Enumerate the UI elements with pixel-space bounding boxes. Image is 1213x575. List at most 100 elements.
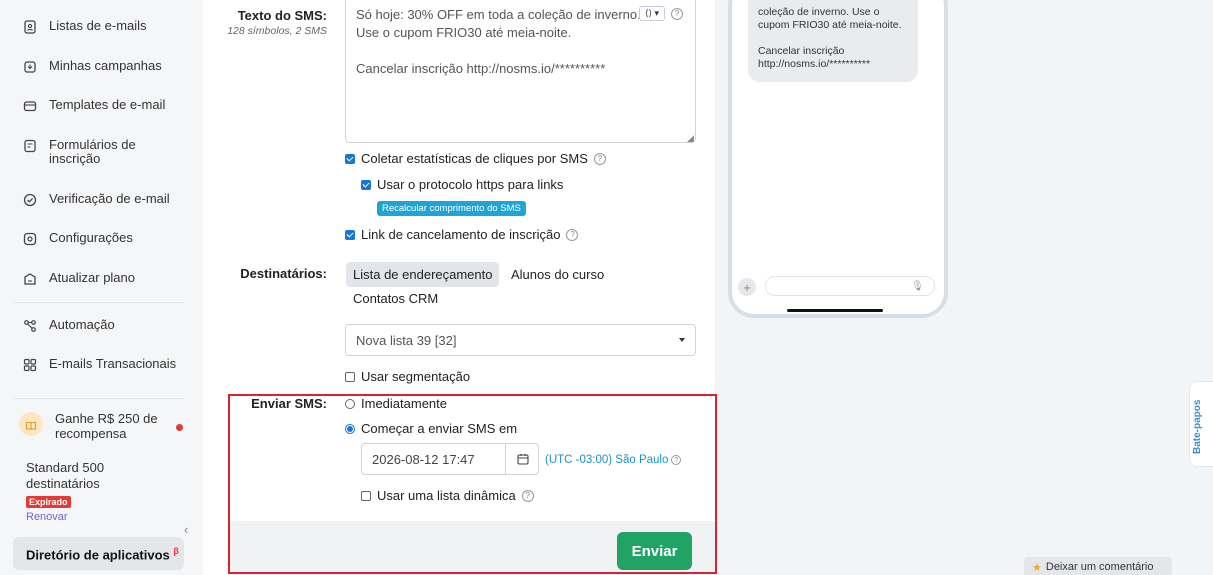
mailing-list-select[interactable]: Nova lista 39 [32]: [345, 324, 696, 356]
settings-icon: [22, 231, 38, 247]
phone-preview: coleção de inverno. Use o cupom FRIO30 a…: [728, 0, 948, 318]
help-icon[interactable]: ?: [671, 7, 683, 20]
collapse-sidebar-icon[interactable]: ‹: [184, 522, 188, 537]
sidebar-item-campaigns[interactable]: Minhas campanhas: [22, 59, 179, 75]
sidebar-item-label: Listas de e-mails: [49, 18, 147, 33]
sidebar: Listas de e-mails Minhas campanhas Templ…: [0, 0, 203, 575]
sidebar-item-templates[interactable]: Templates de e-mail: [22, 98, 179, 114]
form-icon: [22, 138, 38, 154]
sidebar-item-label: Atualizar plano: [49, 270, 135, 285]
phone-input-bar: + 🎙: [738, 276, 936, 298]
plus-icon: +: [738, 278, 756, 296]
insert-variable-button[interactable]: ⟨⟩ ▾: [639, 6, 665, 21]
help-icon[interactable]: ?: [521, 489, 534, 502]
sidebar-item-label: Minhas campanhas: [49, 58, 162, 73]
checkbox-checked[interactable]: [345, 153, 355, 164]
checkbox-checked[interactable]: [361, 179, 371, 190]
app-directory-button[interactable]: Diretório de aplicativos β: [13, 537, 184, 570]
bubble-line: cupom FRIO30 até meia-noite.: [758, 19, 902, 31]
use-https-checkbox[interactable]: Usar o protocolo https para links: [361, 177, 563, 192]
unsubscribe-link-label: Link de cancelamento de inscrição: [361, 227, 561, 242]
chats-tab-label: Bate-papos: [1192, 399, 1203, 454]
sidebar-item-label: Automação: [49, 317, 115, 332]
recalculate-length-button[interactable]: Recalcular comprimento do SMS: [377, 201, 526, 216]
tab-crm-contacts[interactable]: Contatos CRM: [353, 291, 438, 306]
tab-mailing-list[interactable]: Lista de endereçamento: [346, 262, 500, 287]
sidebar-item-email-verification[interactable]: Verificação de e-mail: [22, 192, 179, 208]
contacts-list-icon: [22, 19, 38, 35]
sms-text-line: Só hoje: 30% OFF em toda a coleção de in…: [356, 7, 641, 22]
sidebar-item-forms[interactable]: Formulários de inscrição: [22, 138, 179, 166]
renew-link[interactable]: Renovar: [26, 511, 68, 523]
chats-tab[interactable]: Bate-papos: [1189, 381, 1213, 467]
send-now-radio[interactable]: Imediatamente: [345, 396, 447, 411]
sidebar-item-label: Templates de e-mail: [49, 97, 166, 112]
star-icon: ★: [1032, 562, 1042, 574]
sidebar-item-email-lists[interactable]: Listas de e-mails: [22, 19, 179, 35]
send-now-label: Imediatamente: [361, 396, 447, 411]
feedback-label: Deixar um comentário: [1045, 561, 1154, 573]
help-icon[interactable]: ?: [671, 455, 682, 465]
leave-feedback-button[interactable]: ★ Deixar um comentário: [1024, 557, 1172, 575]
sidebar-divider: [14, 398, 184, 399]
automation-icon: [22, 318, 38, 334]
send-scheduled-label: Começar a enviar SMS em: [361, 421, 518, 436]
use-segmentation-label: Usar segmentação: [361, 369, 471, 384]
textarea-tools: ⟨⟩ ▾ ?: [639, 6, 683, 21]
help-icon[interactable]: ?: [566, 228, 579, 241]
sidebar-reward[interactable]: Ganhe R$ 250 de recompensa: [13, 404, 191, 450]
radio-checked[interactable]: [345, 423, 355, 434]
send-button[interactable]: Enviar: [617, 532, 692, 570]
sms-text-line: Cancelar inscrição http://nosms.io/*****…: [356, 61, 606, 76]
resize-handle-icon[interactable]: ◢: [687, 133, 694, 144]
datetime-input[interactable]: 2026-08-12 17:47: [361, 443, 539, 475]
unsubscribe-link-checkbox[interactable]: Link de cancelamento de inscrição ?: [345, 227, 579, 242]
expired-badge: Expirado: [26, 496, 71, 508]
collect-clicks-label: Coletar estatísticas de cliques por SMS: [361, 151, 588, 166]
sms-bubble: coleção de inverno. Use o cupom FRIO30 a…: [748, 0, 918, 82]
bubble-line: [758, 32, 908, 45]
sidebar-item-label: Configurações: [49, 230, 133, 245]
selected-list-value: Nova lista 39 [32]: [356, 333, 457, 348]
radio-unchecked[interactable]: [345, 398, 355, 409]
microphone-icon: 🎙: [911, 281, 924, 292]
sidebar-item-label: Formulários de inscrição: [49, 137, 136, 166]
sidebar-item-settings[interactable]: Configurações: [22, 231, 179, 247]
dynamic-list-checkbox[interactable]: Usar uma lista dinâmica ?: [361, 488, 534, 503]
send-sms-label: Enviar SMS:: [251, 396, 327, 411]
checkbox-unchecked[interactable]: [345, 371, 355, 382]
dynamic-list-label: Usar uma lista dinâmica: [377, 488, 516, 503]
sidebar-item-transactional[interactable]: E-mails Transacionais: [22, 357, 179, 373]
tab-course-students[interactable]: Alunos do curso: [511, 267, 604, 282]
campaigns-icon: [22, 59, 38, 75]
collect-clicks-checkbox[interactable]: Coletar estatísticas de cliques por SMS …: [345, 151, 606, 166]
transactional-icon: [22, 357, 38, 373]
beta-badge: β: [173, 546, 179, 556]
send-scheduled-radio[interactable]: Começar a enviar SMS em: [345, 421, 517, 436]
sms-campaign-form: Texto do SMS: 128 símbolos, 2 SMS Só hoj…: [203, 0, 715, 575]
timezone-link[interactable]: (UTC -03:00) São Paulo ?: [545, 454, 682, 466]
calendar-icon[interactable]: [505, 444, 539, 474]
sms-text-label: Texto do SMS:: [237, 8, 327, 23]
bubble-line: http://nosms.io/**********: [758, 58, 871, 70]
gift-icon: [19, 412, 43, 436]
use-https-label: Usar o protocolo https para links: [377, 177, 564, 192]
use-segmentation-checkbox[interactable]: Usar segmentação: [345, 369, 470, 384]
help-icon[interactable]: ?: [593, 152, 606, 165]
upgrade-icon: [22, 271, 38, 287]
templates-icon: [22, 98, 38, 114]
sidebar-item-upgrade[interactable]: Atualizar plano: [22, 271, 179, 287]
sms-text-line: Use o cupom FRIO30 até meia-noite.: [356, 25, 572, 40]
phone-chat-input: 🎙: [765, 276, 935, 296]
bubble-line: coleção de inverno. Use o: [758, 6, 880, 18]
sms-text-input[interactable]: Só hoje: 30% OFF em toda a coleção de in…: [345, 0, 696, 143]
checkbox-checked[interactable]: [345, 229, 355, 240]
caret-down-icon: [679, 338, 685, 342]
sidebar-item-automation[interactable]: Automação: [22, 318, 179, 334]
notification-dot: [176, 424, 183, 431]
recipients-label: Destinatários:: [240, 266, 327, 281]
checkbox-unchecked[interactable]: [361, 490, 371, 501]
bubble-line: Cancelar inscrição: [758, 45, 845, 57]
sidebar-divider: [14, 302, 184, 303]
sms-text-meta: 128 símbolos, 2 SMS: [227, 25, 327, 37]
